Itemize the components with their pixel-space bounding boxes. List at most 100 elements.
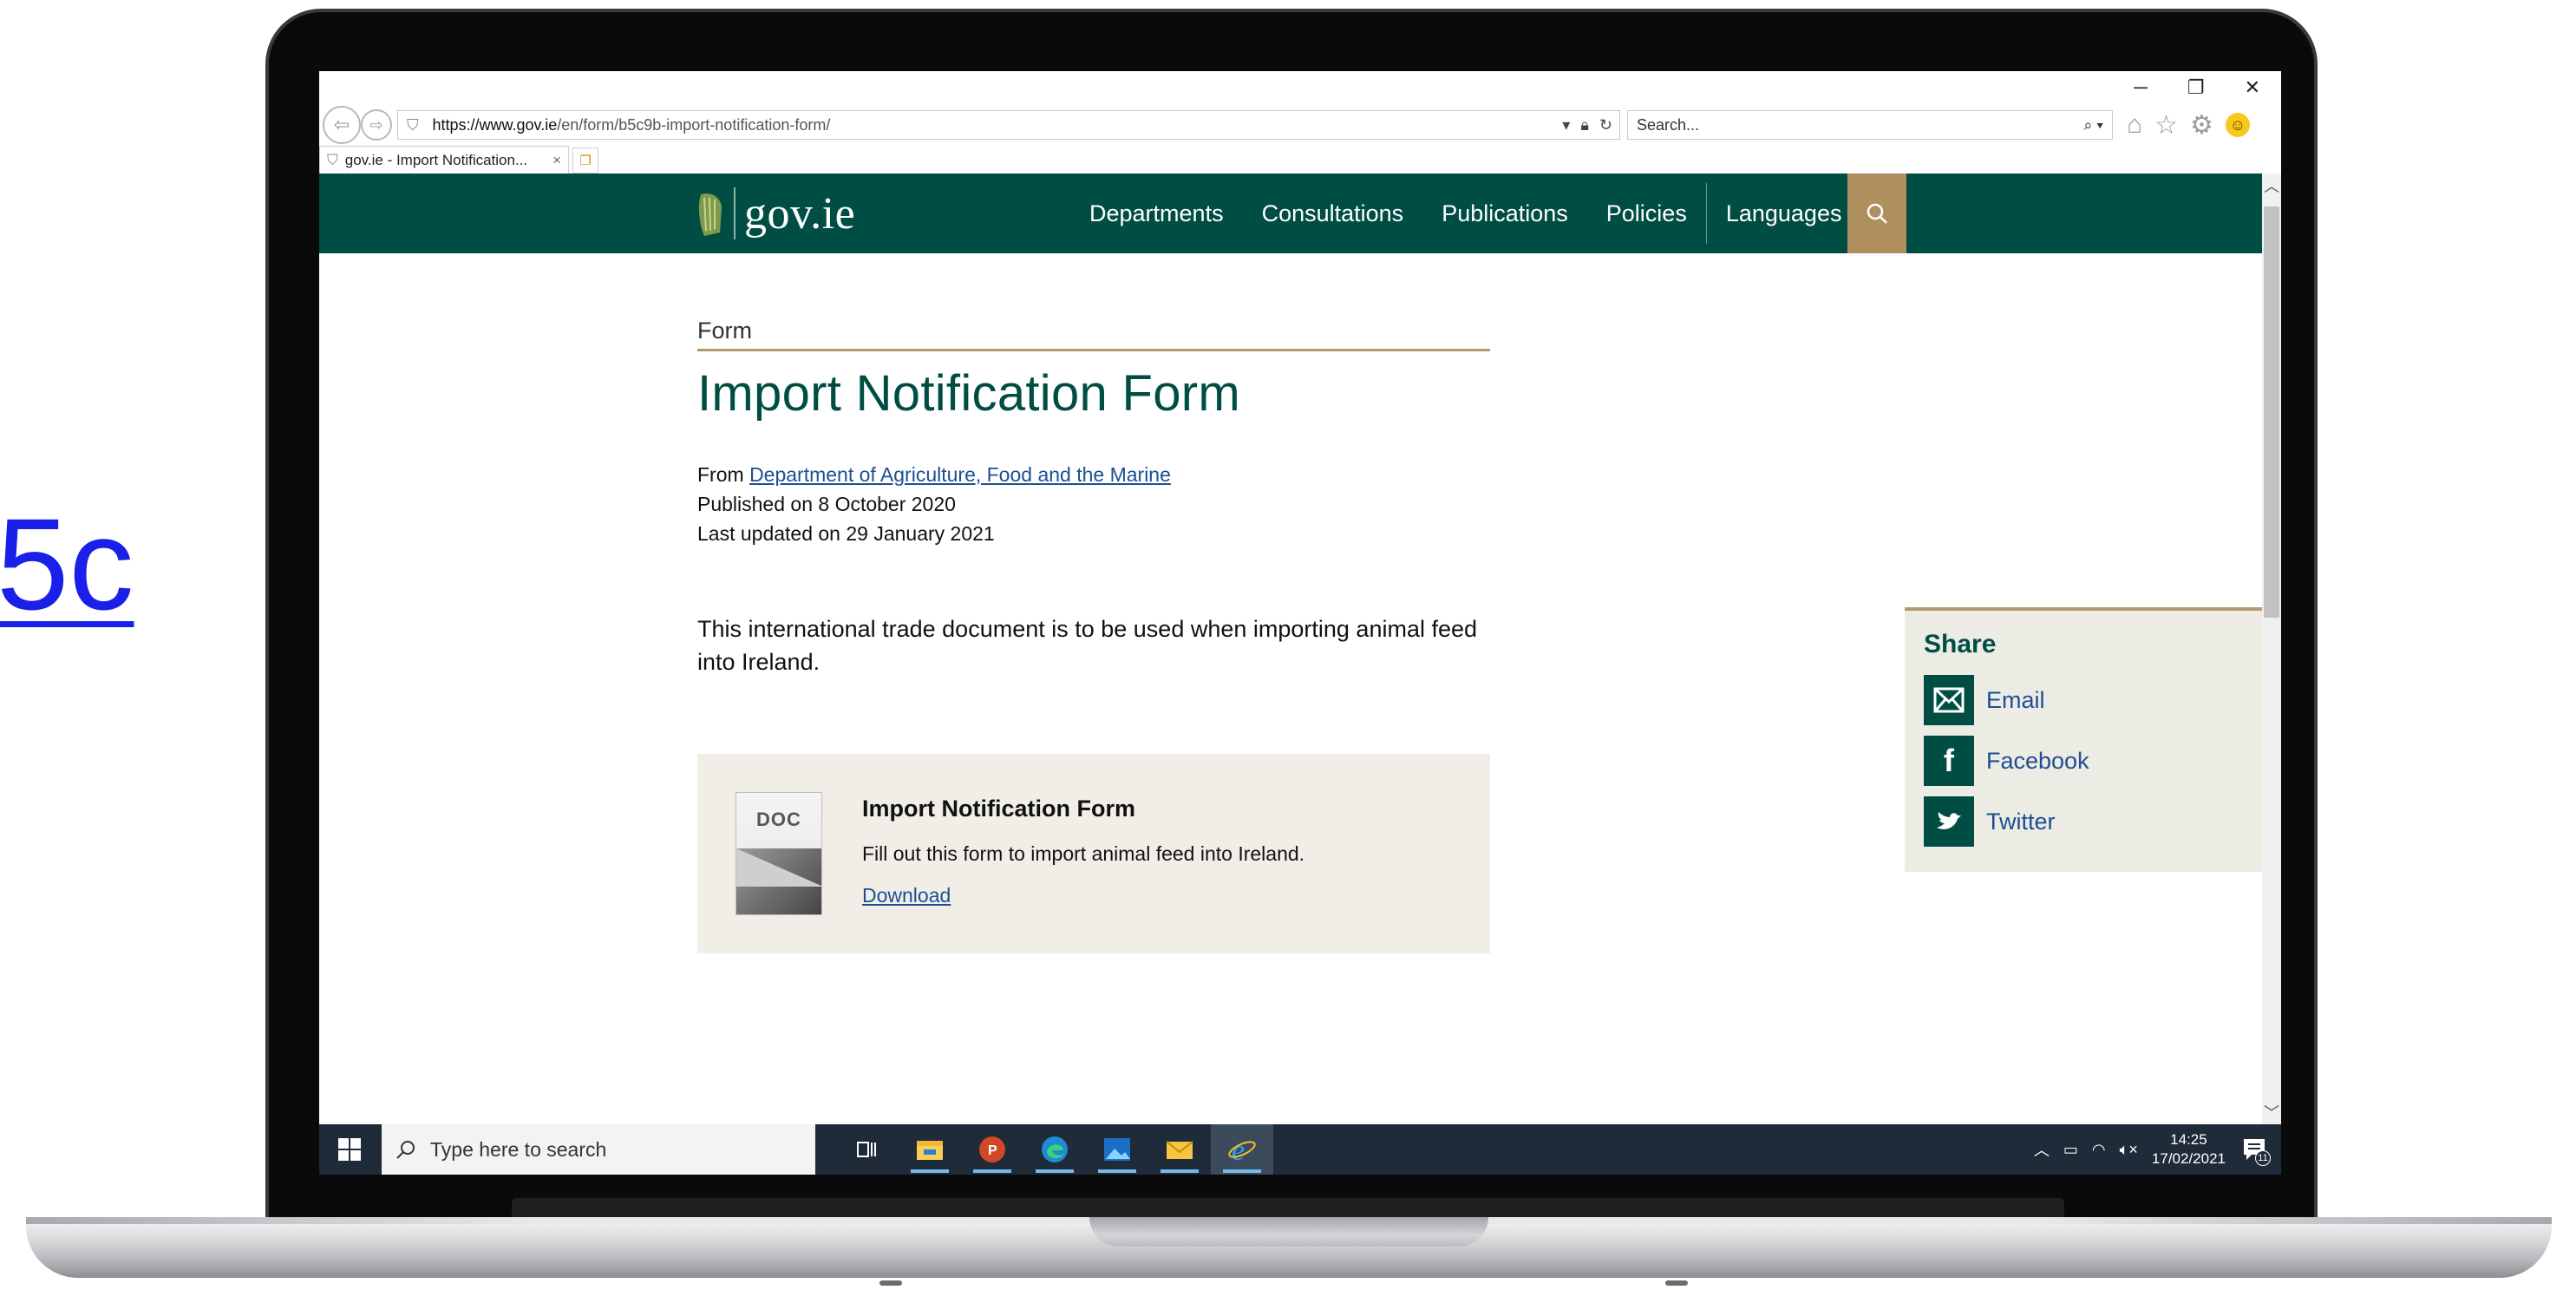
twitter-icon [1924, 796, 1974, 847]
minimize-icon[interactable]: ─ [2134, 76, 2148, 102]
settings-gear-icon[interactable]: ⚙ [2190, 110, 2213, 141]
svg-text:P: P [988, 1143, 997, 1158]
mail-button[interactable] [1148, 1124, 1211, 1175]
file-explorer-button[interactable] [899, 1124, 961, 1175]
site-logo[interactable]: gov.ie [696, 182, 855, 245]
system-tray: ︿ ▭ ◠ 🔈︎× 14:25 17/02/2021 11 [2034, 1124, 2271, 1175]
windows-start-icon[interactable] [337, 1136, 363, 1162]
new-tab-button[interactable]: ❐ [572, 147, 598, 174]
scroll-down-icon[interactable]: ﹀ [2262, 1100, 2281, 1124]
address-row: ⇦ ⇨ ⛉ https://www.gov.ie/en/form/b5c9b-i… [319, 104, 2281, 146]
page-scrollbar[interactable]: ︿ ﹀ [2262, 174, 2281, 1124]
published-date: Published on 8 October 2020 [697, 493, 956, 515]
scroll-up-icon[interactable]: ︿ [2262, 174, 2281, 198]
browser-search-placeholder: Search... [1637, 115, 1700, 134]
site-search-button[interactable] [1847, 174, 1906, 253]
taskbar-search-placeholder: Type here to search [430, 1137, 607, 1161]
search-dropdown-icon[interactable]: ⌕ ▾ [2083, 116, 2103, 134]
from-prefix: From [697, 463, 744, 486]
share-title: Share [1924, 630, 1997, 658]
tab-close-icon[interactable]: × [552, 152, 561, 169]
laptop-hinge [512, 1198, 2064, 1219]
powerpoint-icon: P [979, 1136, 1005, 1162]
doc-thumb-fold [736, 848, 821, 887]
page-icon: ⛉ [407, 115, 419, 134]
tab-title: gov.ie - Import Notification... [344, 151, 528, 168]
logo-text: gov.ie [744, 188, 856, 239]
photos-icon [1104, 1138, 1130, 1161]
doc-thumb-label: DOC [756, 809, 801, 830]
restore-icon[interactable]: ❐ [2187, 76, 2205, 102]
from-line: From Department of Agriculture, Food and… [697, 460, 1171, 489]
notification-count: 11 [2255, 1150, 2271, 1166]
running-indicator [973, 1169, 1011, 1173]
home-icon[interactable]: ⌂ [2127, 110, 2142, 140]
volume-muted-icon[interactable]: 🔈︎× [2120, 1141, 2138, 1159]
lock-icon[interactable]: 🔒︎ [1580, 116, 1589, 134]
updated-date: Last updated on 29 January 2021 [697, 522, 995, 545]
task-view-icon [857, 1142, 876, 1157]
share-twitter-label: Twitter [1986, 808, 2056, 835]
email-icon [1924, 675, 1974, 725]
feedback-smiley-icon[interactable]: ☺ [2225, 113, 2250, 137]
screen: ─ ❐ ✕ ⇦ ⇨ ⛉ https://www.gov.ie/en/form/b… [319, 71, 2281, 1175]
tray-clock[interactable]: 14:25 17/02/2021 [2152, 1130, 2226, 1169]
nav-languages-label: Languages [1725, 200, 1842, 226]
battery-icon[interactable]: ▭ [2063, 1141, 2078, 1159]
tray-chevron-up-icon[interactable]: ︿ [2034, 1138, 2050, 1161]
clock-time: 14:25 [2170, 1131, 2207, 1148]
edge-button[interactable] [1023, 1124, 1086, 1175]
main-nav: Departments Consultations Publications P… [1070, 174, 1873, 253]
windows-taskbar: Type here to search P e ︿ ▭ ◠ 🔈︎× 14:25 … [319, 1124, 2281, 1175]
doc-file-icon: DOC [736, 792, 822, 915]
logo-divider [734, 187, 736, 239]
search-icon [1867, 203, 1887, 224]
dropdown-icon[interactable]: ▾ [1562, 116, 1570, 134]
page-title: Import Notification Form [697, 365, 1241, 422]
browser-search-input[interactable]: Search... ⌕ ▾ [1627, 110, 2113, 140]
window-controls: ─ ❐ ✕ [2134, 76, 2260, 102]
share-twitter[interactable]: Twitter [1924, 796, 2056, 847]
task-view-button[interactable] [836, 1124, 899, 1175]
close-icon[interactable]: ✕ [2245, 76, 2260, 102]
share-panel: Share Email f Facebook Twitter [1905, 607, 2262, 872]
taskbar-search-input[interactable]: Type here to search [382, 1124, 815, 1175]
forward-arrow-icon: ⇨ [369, 115, 383, 134]
svg-text:e: e [1232, 1135, 1245, 1165]
favorites-icon[interactable]: ☆ [2154, 110, 2178, 141]
download-link[interactable]: Download [862, 884, 951, 907]
file-explorer-icon [917, 1141, 943, 1160]
running-indicator [911, 1169, 949, 1173]
taskbar-apps: P e [836, 1124, 1273, 1175]
browser-tab[interactable]: ⛉ gov.ie - Import Notification... × [319, 146, 569, 174]
share-facebook[interactable]: f Facebook [1924, 736, 2089, 786]
internet-explorer-button[interactable]: e [1211, 1124, 1273, 1175]
address-bar[interactable]: ⛉ https://www.gov.ie/en/form/b5c9b-impor… [397, 110, 1620, 140]
nav-publications[interactable]: Publications [1422, 174, 1587, 253]
share-email[interactable]: Email [1924, 675, 2045, 725]
back-arrow-icon: ⇦ [333, 114, 350, 135]
running-indicator [1161, 1169, 1199, 1173]
department-link[interactable]: Department of Agriculture, Food and the … [749, 463, 1171, 486]
side-link[interactable]: 5c [0, 499, 134, 629]
wifi-icon[interactable]: ◠ [2092, 1141, 2106, 1159]
ie-icon: e [1228, 1135, 1256, 1165]
back-button[interactable]: ⇦ [323, 106, 361, 144]
document-card: DOC Import Notification Form Fill out th… [697, 754, 1490, 953]
tab-favicon-icon: ⛉ [327, 151, 338, 168]
site-header: gov.ie Departments Consultations Publica… [319, 174, 2262, 253]
browser-toolbar: ⌂ ☆ ⚙ ☺ [2127, 110, 2250, 141]
nav-consultations[interactable]: Consultations [1243, 174, 1423, 253]
refresh-icon[interactable]: ↻ [1599, 116, 1612, 134]
forward-button[interactable]: ⇨ [361, 109, 392, 141]
action-center-button[interactable]: 11 [2239, 1135, 2271, 1166]
article-meta: From Department of Agriculture, Food and… [697, 460, 1171, 548]
powerpoint-button[interactable]: P [961, 1124, 1023, 1175]
photos-button[interactable] [1086, 1124, 1148, 1175]
nav-departments[interactable]: Departments [1070, 174, 1243, 253]
scroll-thumb[interactable] [2264, 206, 2279, 618]
eyebrow-divider [697, 349, 1490, 351]
content-type-label: Form [697, 318, 752, 344]
nav-policies[interactable]: Policies [1587, 174, 1706, 253]
laptop-foot [879, 1280, 902, 1286]
